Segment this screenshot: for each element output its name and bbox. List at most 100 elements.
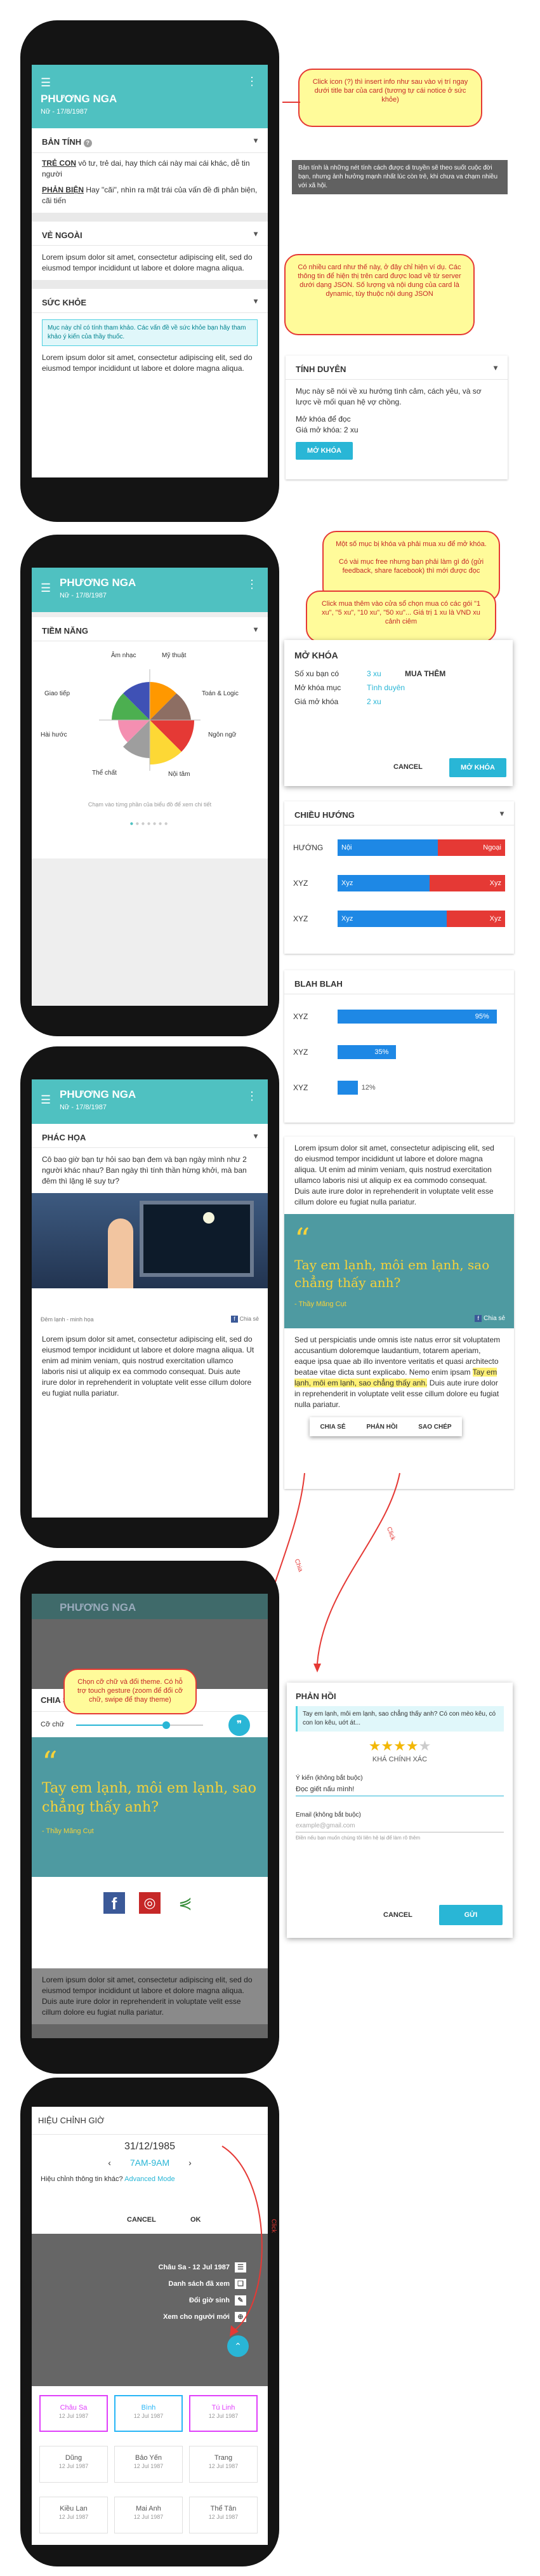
confirm-unlock-button[interactable]: MỞ KHÓA [449, 758, 506, 777]
unlock-button[interactable]: MỞ KHÓA [296, 442, 353, 460]
row-label: XYZ [293, 1083, 308, 1092]
app-bar: ☰ ⋮ PHƯƠNG NGA Nữ - 17/8/1987 [32, 65, 268, 128]
stat-value: 12% [361, 1084, 376, 1091]
person-card[interactable]: Trang 12 Jul 1987 [189, 2446, 258, 2483]
facebook-icon: f [230, 1316, 238, 1323]
person-card[interactable]: Kiều Lan 12 Jul 1987 [39, 2497, 108, 2533]
facebook-icon: f [475, 1315, 482, 1322]
facebook-icon[interactable]: f [103, 1892, 125, 1914]
stat-row: XYZ 95% [293, 1008, 505, 1025]
page-indicator[interactable]: ●●●●●●● [32, 820, 268, 827]
chevron-down-icon[interactable]: ▾ [494, 363, 497, 372]
app-bar: ☰ ⋮ PHƯƠNG NGA Nữ - 17/8/1987 [32, 1079, 268, 1124]
label-noi-tam: Nội tâm [168, 771, 190, 778]
menu-icon[interactable]: ☰ [41, 76, 51, 90]
theme-fab[interactable]: ❞ [228, 1714, 250, 1736]
share-icon[interactable]: ⋞ [175, 1892, 196, 1914]
feedback-dialog: PHẢN HỒI Tay em lạnh, môi em lạnh, sao c… [287, 1683, 513, 1938]
person-date: 12 Jul 1987 [208, 2514, 239, 2520]
card-title-ban-tinh[interactable]: BẢN TÍNH ? ▾ [32, 128, 268, 153]
screen-3: ☰ ⋮ PHƯƠNG NGA Nữ - 17/8/1987 PHÁC HỌA ▾ … [32, 1079, 268, 1518]
opinion-field[interactable]: Đọc giết nấu mình! [296, 1785, 504, 1796]
share-quote-preview[interactable]: “ Tay em lạnh, môi em lạnh, sao chẳng th… [32, 1737, 268, 1877]
chevron-down-icon[interactable]: ▾ [500, 809, 504, 818]
left-label: Xyz [341, 879, 353, 887]
share-quote-author: - Thầy Mãng Cụt [42, 1827, 94, 1835]
ve-ngoai-text: Lorem ipsum dolor sit amet, consectetur … [42, 253, 253, 272]
ok-button[interactable]: OK [190, 2216, 201, 2224]
chevron-left-icon[interactable]: ‹ [108, 2158, 111, 2168]
label-toan-logic: Toán & Logic [202, 690, 239, 697]
menu-icon[interactable]: ☰ [41, 582, 51, 595]
context-copy-button[interactable]: SAO CHÉP [418, 1424, 451, 1431]
card-title-tinh-duyen[interactable]: TÍNH DUYÊN ▾ [286, 356, 508, 380]
birth-time[interactable]: 7AM-9AM [130, 2158, 169, 2168]
person-card[interactable]: Tú Linh 12 Jul 1987 [189, 2395, 258, 2432]
card-title-text: SỨC KHỎE [42, 298, 87, 307]
help-icon[interactable]: ? [83, 139, 92, 147]
stat-row: XYZ 35% [293, 1044, 505, 1060]
unlock-dialog: MỞ KHÓA Số xu bạn có 3 xu MUA THÊM Mở kh… [284, 640, 513, 786]
instagram-icon[interactable]: ◎ [139, 1892, 161, 1914]
person-card[interactable]: Dũng 12 Jul 1987 [39, 2446, 108, 2483]
card-title-ve-ngoai[interactable]: VẺ NGOÀI ▾ [32, 222, 268, 246]
person-card[interactable]: Bảo Yến 12 Jul 1987 [114, 2446, 183, 2483]
chevron-down-icon[interactable]: ▾ [254, 625, 258, 634]
chart-caption: Chạm vào từng phần của biểu đồ để xem ch… [88, 801, 212, 808]
stat-bar-track: 12% [338, 1081, 505, 1095]
card-title-tiem-nang[interactable]: TIỀM NĂNG ▾ [32, 617, 268, 641]
cancel-button[interactable]: CANCEL [127, 2216, 156, 2224]
row-item: Mở khóa mục Tình duyên [284, 681, 513, 695]
quote-mark: “ [294, 1222, 310, 1257]
rating-stars[interactable]: ★★★★★ [287, 1738, 513, 1754]
ban-tinh-content: TRẺ CON vô tư, trẻ dai, hay thích cái nà… [32, 153, 268, 213]
arrow-label-3: Click [270, 2219, 277, 2233]
chevron-down-icon[interactable]: ▾ [254, 297, 258, 305]
more-icon[interactable]: ⋮ [246, 75, 258, 88]
image-caption-row: Đêm lạnh - minh họa f Chia sẻ [32, 1314, 268, 1328]
card-title-phac-hoa[interactable]: PHÁC HỌA ▾ [32, 1124, 268, 1148]
email-field[interactable]: example@gmail.com [296, 1822, 504, 1832]
stat-bar-track: 95% [338, 1010, 505, 1024]
person-card[interactable]: Thể Tân 12 Jul 1987 [189, 2497, 258, 2533]
person-card[interactable]: Bình 12 Jul 1987 [114, 2395, 183, 2432]
cancel-button[interactable]: CANCEL [393, 763, 423, 771]
card-title-chieu-huong[interactable]: CHIỀU HƯỚNG ▾ [284, 801, 514, 825]
direction-bar: Nội Ngoại [338, 839, 505, 856]
row-label: XYZ [293, 1012, 308, 1021]
potential-radar-chart[interactable] [86, 657, 213, 784]
card-title-text: BLAH BLAH [294, 979, 343, 989]
direction-bar-fill [338, 839, 438, 856]
person-date: 12 Jul 1987 [133, 2463, 164, 2469]
slider-thumb[interactable] [162, 1721, 170, 1729]
context-share-button[interactable]: CHIA SẺ [320, 1424, 345, 1431]
row-coins: Số xu bạn có 3 xu MUA THÊM [284, 667, 513, 681]
person-date: 12 Jul 1987 [58, 2463, 89, 2469]
more-icon[interactable]: ⋮ [246, 578, 258, 591]
card-title-blah[interactable]: BLAH BLAH [284, 970, 514, 994]
tinh-duyen-card: TÍNH DUYÊN ▾ Mục này sẽ nói về xu hướng t… [286, 356, 508, 479]
card-title-suc-khoe[interactable]: SỨC KHỎE ▾ [32, 289, 268, 313]
lock-text-1: Mở khóa để đọc [296, 415, 351, 424]
chevron-down-icon[interactable]: ▾ [254, 1131, 258, 1140]
left-label: Nội [341, 844, 352, 851]
more-icon[interactable]: ⋮ [246, 1090, 258, 1103]
chevron-down-icon[interactable]: ▾ [254, 136, 258, 145]
buy-more-button[interactable]: MUA THÊM [405, 669, 445, 678]
stat-bar-fill [338, 1010, 497, 1024]
lock-text-2: Giá mở khóa: 2 xu [296, 425, 359, 434]
person-card[interactable]: Châu Sa 12 Jul 1987 [39, 2395, 108, 2432]
font-size-slider[interactable] [76, 1725, 203, 1726]
context-feedback-button[interactable]: PHẢN HỒI [367, 1424, 398, 1431]
share-button[interactable]: f Chia sẻ [230, 1316, 259, 1323]
person-card[interactable]: Mai Anh 12 Jul 1987 [114, 2497, 183, 2533]
chevron-right-icon[interactable]: › [188, 2158, 192, 2168]
send-button[interactable]: GỬI [439, 1905, 503, 1925]
illustration-image [32, 1193, 268, 1314]
advanced-mode-link[interactable]: Advanced Mode [124, 2175, 175, 2183]
menu-icon[interactable]: ☰ [41, 1093, 51, 1107]
direction-row: XYZ Xyz Xyz [293, 875, 505, 891]
share-button[interactable]: f Chia sẻ [475, 1315, 505, 1322]
cancel-button[interactable]: CANCEL [383, 1911, 412, 1919]
chevron-down-icon[interactable]: ▾ [254, 229, 258, 238]
